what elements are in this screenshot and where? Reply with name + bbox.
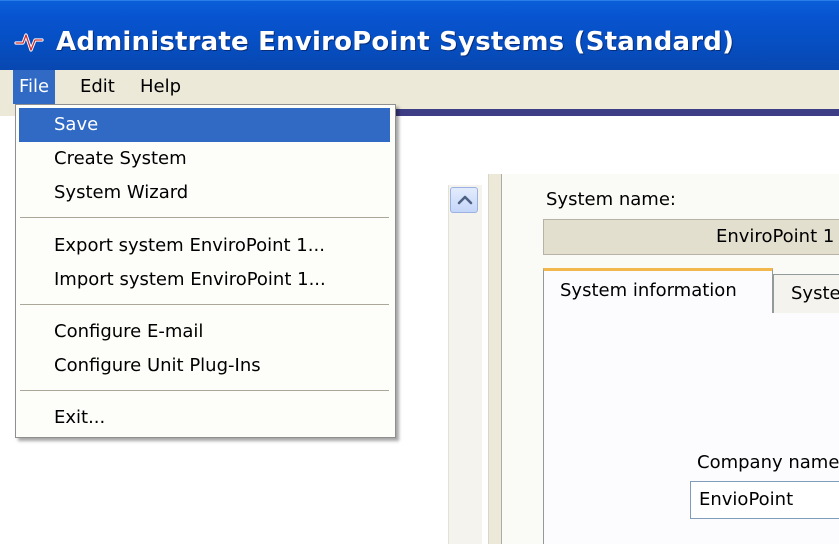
vertical-scrollbar[interactable] xyxy=(448,185,482,544)
system-name-field: EnviroPoint 1 xyxy=(543,219,839,255)
menu-item-system-wizard[interactable]: System Wizard xyxy=(19,176,390,210)
menu-separator xyxy=(20,217,389,218)
menu-help[interactable]: Help xyxy=(134,70,187,104)
header-area xyxy=(395,116,839,175)
menu-item-configure-plugins[interactable]: Configure Unit Plug-Ins xyxy=(19,349,390,383)
tab-system-information[interactable]: System information xyxy=(543,268,773,313)
menu-separator xyxy=(20,304,389,305)
scroll-up-button[interactable] xyxy=(450,187,478,213)
menu-separator xyxy=(20,390,389,391)
file-menu-dropdown: Save Create System System Wizard Export … xyxy=(15,104,396,438)
menu-edit[interactable]: Edit xyxy=(74,70,121,104)
menu-item-export-system[interactable]: Export system EnviroPoint 1... xyxy=(19,229,390,263)
application-window: Administrate EnviroPoint Systems (Standa… xyxy=(0,0,839,544)
company-name-label: Company name xyxy=(697,452,839,473)
menu-item-exit[interactable]: Exit... xyxy=(19,401,390,435)
menu-item-create-system[interactable]: Create System xyxy=(19,142,390,176)
menu-item-save[interactable]: Save xyxy=(19,108,390,142)
enviropoint-logo-icon xyxy=(14,33,44,52)
menu-item-configure-email[interactable]: Configure E-mail xyxy=(19,315,390,349)
menu-item-import-system[interactable]: Import system EnviroPoint 1... xyxy=(19,263,390,297)
window-title: Administrate EnviroPoint Systems (Standa… xyxy=(56,27,735,57)
tab-system[interactable]: Syste xyxy=(773,274,839,313)
company-name-input[interactable]: EnvioPoint xyxy=(690,481,839,519)
menu-bar: File Edit Help xyxy=(0,70,839,104)
system-name-label: System name: xyxy=(546,189,676,210)
accent-bar xyxy=(395,109,839,116)
chevron-up-icon xyxy=(457,195,473,205)
title-bar[interactable]: Administrate EnviroPoint Systems (Standa… xyxy=(0,0,839,70)
menu-file[interactable]: File xyxy=(13,70,56,104)
panel-splitter[interactable] xyxy=(488,174,502,544)
